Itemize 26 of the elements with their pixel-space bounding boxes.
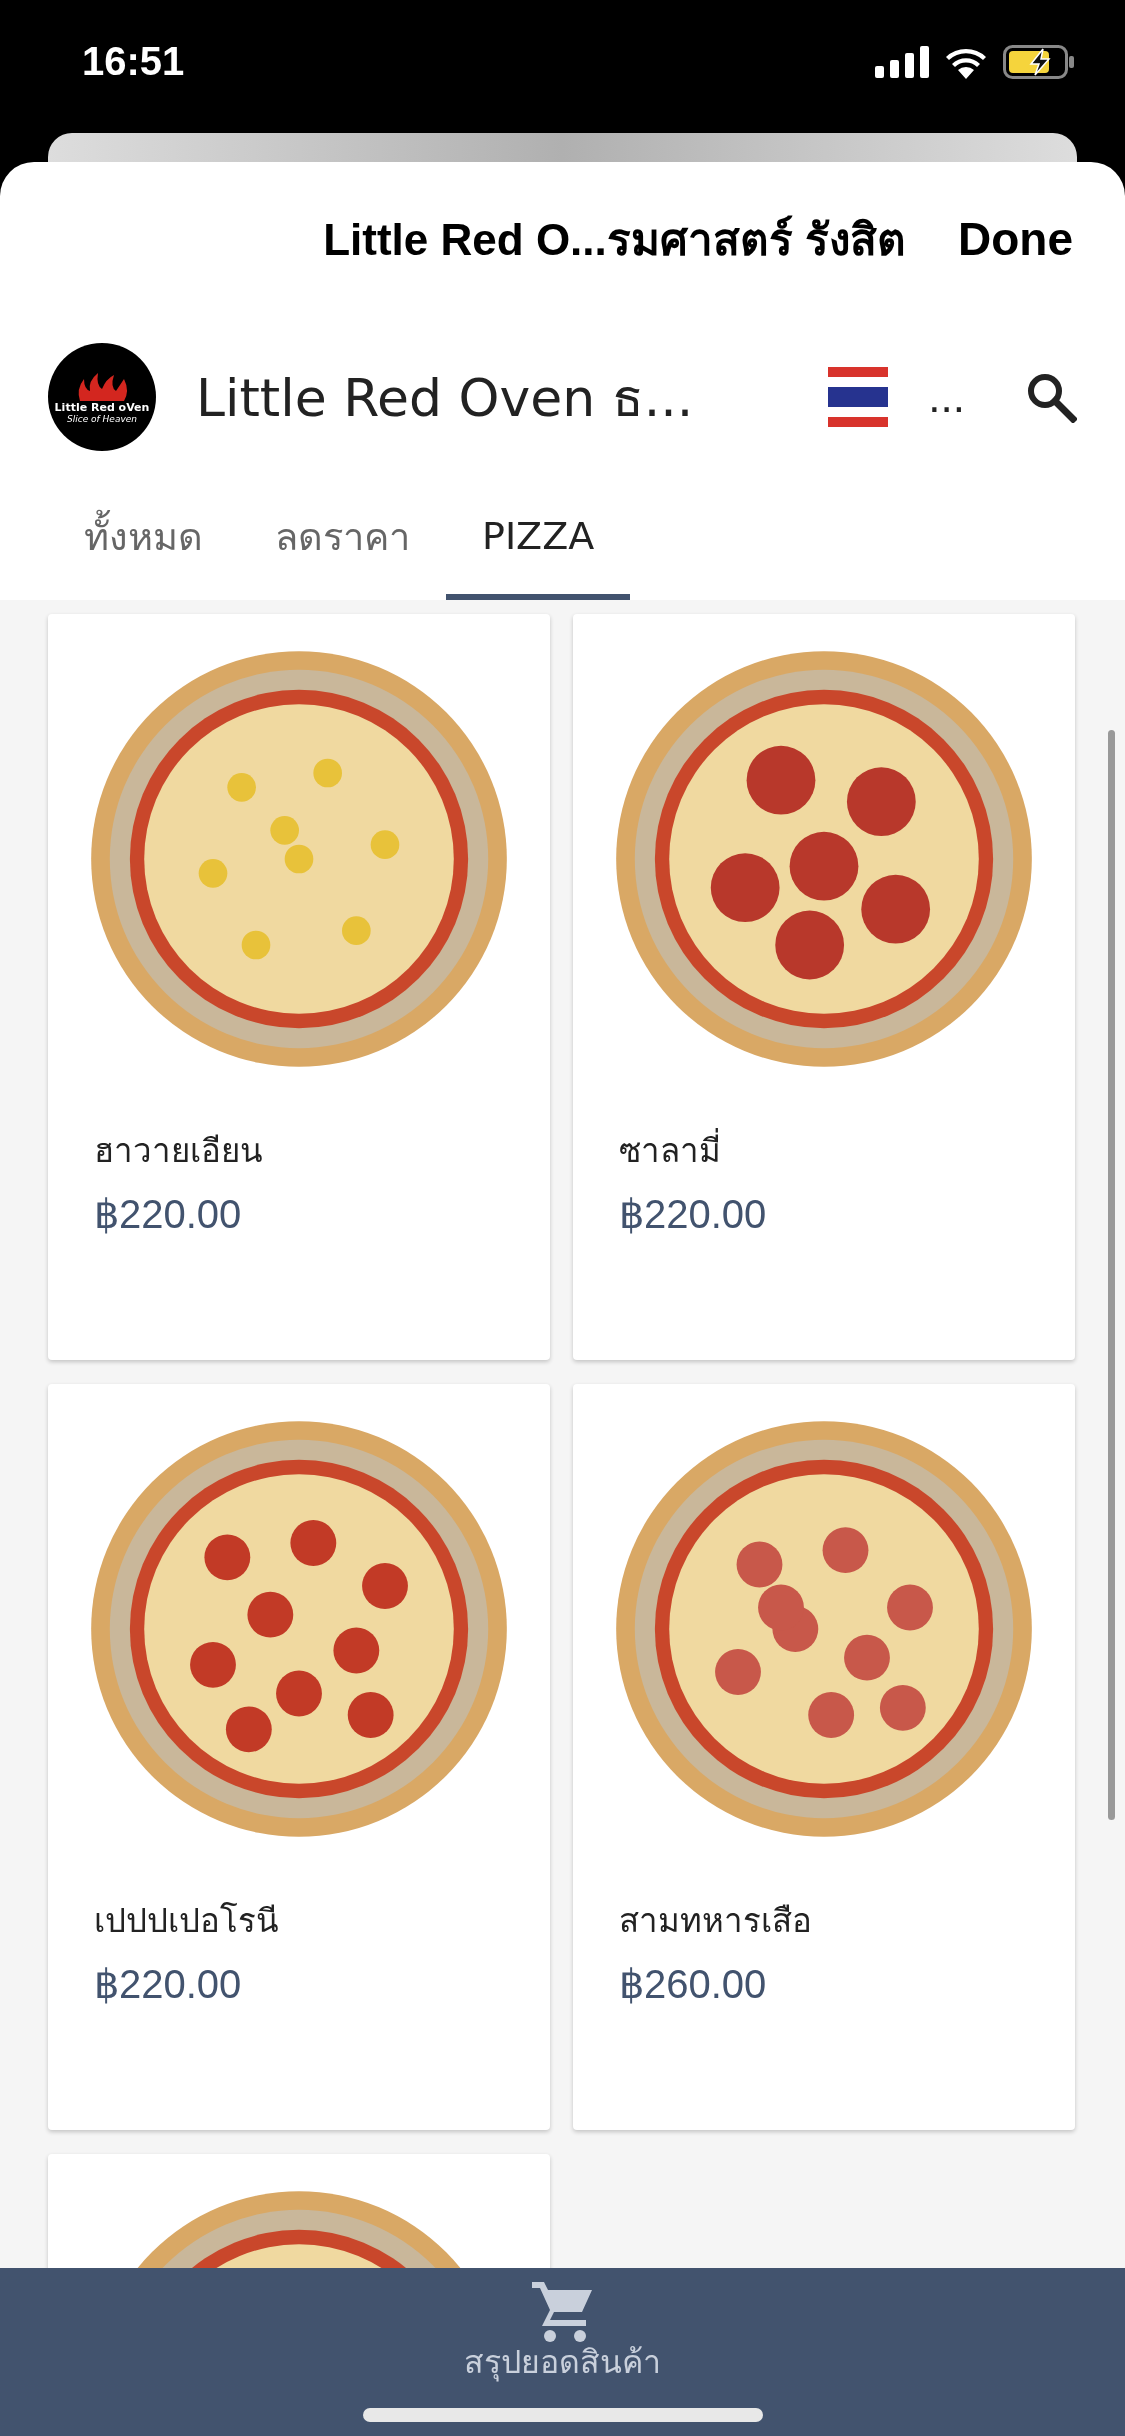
- more-button[interactable]: ...: [928, 372, 965, 422]
- cart-summary-bar[interactable]: สรุปยอดสินค้า: [0, 2268, 1125, 2436]
- product-name: ซาลามี่: [619, 1124, 1029, 1177]
- product-price: ฿220.00: [94, 1191, 243, 1237]
- product-card[interactable]: ฮาวายเอียน ฿220.00: [48, 614, 550, 1360]
- product-name: ฮาวายเอียน: [94, 1130, 264, 1172]
- status-time: 16:51: [82, 39, 185, 84]
- product-price: ฿220.00: [94, 1961, 243, 2007]
- cart-icon: [531, 2282, 594, 2342]
- category-tab[interactable]: ทั้งหมด: [48, 478, 239, 600]
- product-card[interactable]: สามทหารเสือ ฿260.00: [573, 1384, 1075, 2130]
- signal-icon: [875, 45, 929, 78]
- search-icon[interactable]: [1025, 371, 1077, 423]
- done-button[interactable]: Done: [958, 212, 1073, 266]
- thai-flag-icon[interactable]: [828, 367, 889, 427]
- shop-name: Little Red Oven ธ...: [196, 366, 695, 430]
- product-name: เปปปเปอโรนี: [94, 1900, 280, 1942]
- product-price: ฿220.00: [619, 1191, 768, 1237]
- battery-icon: [1003, 44, 1075, 79]
- shop-logo: Little Red oVen Slice of Heaven: [48, 343, 156, 451]
- product-price: ฿260.00: [619, 1961, 768, 2007]
- product-card[interactable]: เปปปเปอโรนี ฿220.00: [48, 1384, 550, 2130]
- sheet-title: Little Red O...รมศาสตร์ รังสิต: [323, 214, 906, 266]
- category-tab[interactable]: ลดราคา: [239, 478, 446, 600]
- product-card[interactable]: ซาลามี่ ฿220.00: [573, 614, 1075, 1360]
- product-name: สามทหารเสือ: [619, 1900, 813, 1942]
